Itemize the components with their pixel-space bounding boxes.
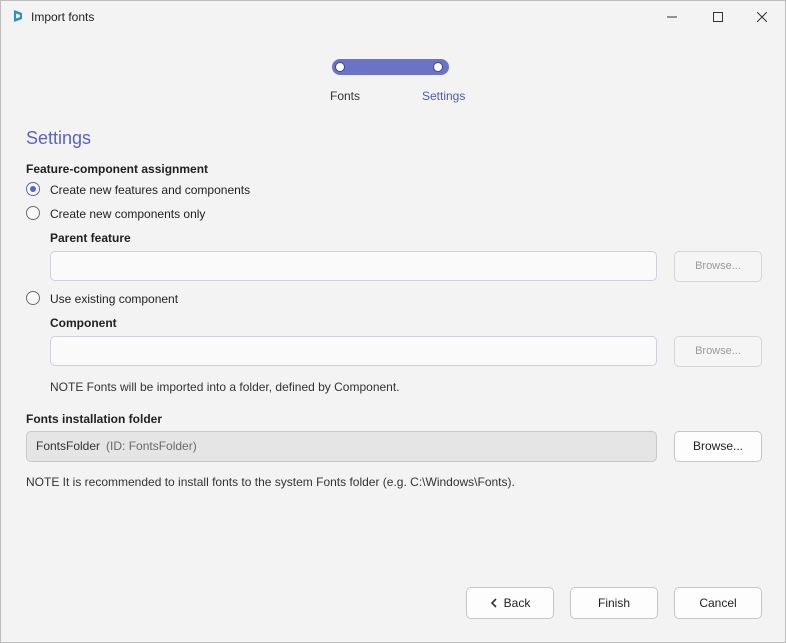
- step-settings-dot[interactable]: [433, 62, 443, 72]
- step-fonts-label[interactable]: Fonts: [330, 89, 360, 103]
- folder-name: FontsFolder: [36, 439, 101, 453]
- parent-feature-input[interactable]: [50, 251, 657, 281]
- installation-folder-field: FontsFolder (ID: FontsFolder): [26, 431, 657, 462]
- assignment-section-label: Feature-component assignment: [26, 162, 209, 176]
- radio-indicator[interactable]: [26, 291, 40, 305]
- step-settings-label[interactable]: Settings: [422, 89, 465, 103]
- radio-indicator[interactable]: [26, 206, 40, 220]
- import-fonts-dialog: Import fonts Fonts Settings Settings Fea…: [0, 0, 786, 643]
- radio-label[interactable]: Use existing component: [50, 292, 178, 306]
- step-fonts-dot[interactable]: [335, 62, 345, 72]
- installation-note: NOTE It is recommended to install fonts …: [26, 475, 515, 489]
- back-button[interactable]: Back: [466, 587, 554, 619]
- cancel-button[interactable]: Cancel: [674, 587, 762, 619]
- component-label: Component: [50, 316, 117, 330]
- maximize-button[interactable]: [695, 1, 741, 33]
- page-title: Settings: [26, 128, 92, 148]
- component-input[interactable]: [50, 336, 657, 366]
- parent-feature-browse-button[interactable]: Browse...: [674, 251, 762, 282]
- folder-id: (ID: FontsFolder): [106, 439, 197, 453]
- window-title: Import fonts: [31, 10, 95, 24]
- maximize-icon: [713, 12, 723, 22]
- chevron-left-icon: [490, 598, 497, 608]
- minimize-icon: [667, 16, 677, 18]
- component-note: NOTE Fonts will be imported into a folde…: [50, 380, 400, 394]
- back-label: Back: [503, 596, 531, 610]
- close-button[interactable]: [739, 1, 785, 33]
- parent-feature-label: Parent feature: [50, 231, 131, 245]
- title-bar: Import fonts: [1, 1, 785, 33]
- app-logo-icon: [11, 9, 25, 23]
- wizard-progress-track: [332, 59, 449, 75]
- radio-selected-indicator[interactable]: [26, 182, 40, 196]
- radio-label[interactable]: Create new features and components: [50, 183, 250, 197]
- minimize-button[interactable]: [649, 1, 695, 33]
- close-icon: [757, 12, 767, 22]
- component-browse-button[interactable]: Browse...: [674, 336, 762, 367]
- installation-folder-label: Fonts installation folder: [26, 412, 163, 426]
- installation-folder-browse-button[interactable]: Browse...: [674, 431, 762, 462]
- finish-button[interactable]: Finish: [570, 587, 658, 619]
- radio-label[interactable]: Create new components only: [50, 207, 205, 221]
